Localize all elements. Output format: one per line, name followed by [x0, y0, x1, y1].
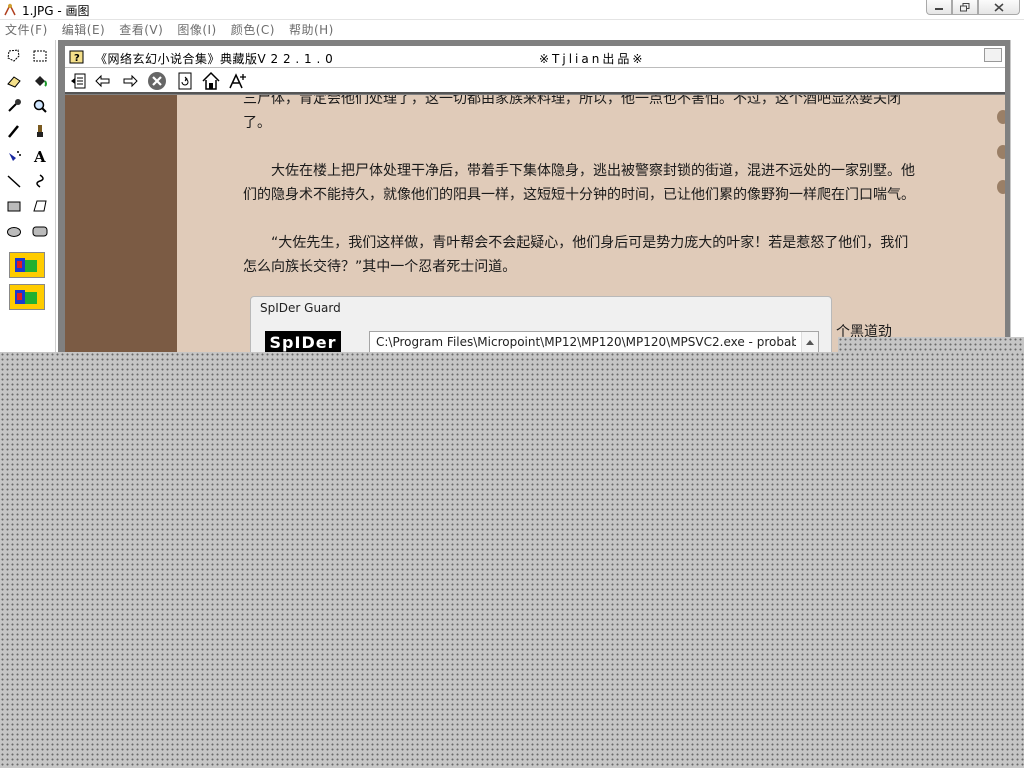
line-tool[interactable]	[4, 171, 24, 191]
ellipse-tool[interactable]	[4, 221, 24, 241]
toolbox: A	[0, 40, 56, 352]
corrupted-region	[0, 352, 1024, 768]
eraser-tool[interactable]	[4, 71, 24, 91]
dialog-message-field[interactable]: C:\Program Files\Micropoint\MP12\MP120\M…	[369, 331, 819, 353]
reader-contents-button[interactable]	[68, 71, 88, 91]
menu-edit[interactable]: 编辑(E)	[62, 21, 105, 38]
reader-paragraph: “大佐先生，我们这样做，青叶帮会不会起疑心，他们身后可是势力庞大的叶家！若是惹怒…	[243, 235, 909, 275]
reader-refresh-button[interactable]	[175, 71, 195, 91]
spider-guard-dialog: SpIDer Guard SpIDer C:\Program Files\Mic…	[250, 296, 832, 354]
rect-select-icon	[33, 50, 47, 62]
brush-icon	[37, 125, 43, 137]
scroll-up-arrow-icon	[806, 340, 814, 345]
rounded-rect-icon	[32, 226, 48, 237]
paint-app-icon	[4, 3, 16, 16]
airbrush-tool[interactable]	[4, 146, 24, 166]
font-size-icon	[229, 73, 246, 89]
reader-left-margin	[65, 95, 177, 352]
pencil-tool[interactable]	[4, 121, 24, 141]
close-icon	[994, 2, 1004, 12]
contents-back-icon	[71, 73, 86, 89]
palette-swatch-icon	[15, 290, 37, 304]
menu-image[interactable]: 图像(I)	[177, 21, 216, 38]
reader-home-button[interactable]	[201, 71, 221, 91]
window-title: 1.JPG - 画图	[22, 4, 90, 18]
restore-button[interactable]	[952, 0, 978, 15]
arrow-left-icon	[95, 74, 110, 88]
svg-text:?: ?	[74, 53, 80, 64]
rounded-rect-tool[interactable]	[30, 221, 50, 241]
stop-icon	[148, 72, 166, 90]
color-swatch-secondary[interactable]	[9, 284, 45, 310]
color-swatch-primary[interactable]	[9, 252, 45, 278]
restore-icon	[960, 2, 970, 11]
line-icon	[7, 175, 21, 188]
eraser-icon	[7, 76, 21, 88]
fill-tool[interactable]	[30, 71, 50, 91]
svg-text:A: A	[33, 148, 46, 164]
dialog-message: C:\Program Files\Micropoint\MP12\MP120\M…	[376, 335, 796, 349]
reader-paragraph: 三尸体，肯定会他们处理了，这一切都由家族来料理，所以，他一点也不害怕。不过，这个…	[243, 95, 901, 131]
magnifier-tool[interactable]	[30, 96, 50, 116]
menu-colors[interactable]: 颜色(C)	[231, 21, 275, 38]
pencil-icon	[8, 125, 19, 138]
home-icon	[202, 71, 220, 90]
text-tool[interactable]: A	[30, 146, 50, 166]
reader-credit: ※Tjlian出品※	[539, 52, 646, 66]
rectangle-tool[interactable]	[4, 196, 24, 216]
menu-help[interactable]: 帮助(H)	[289, 21, 334, 38]
rect-select-tool[interactable]	[30, 46, 50, 66]
reader-stop-button[interactable]	[147, 71, 167, 91]
minimize-button[interactable]	[926, 0, 952, 15]
arrow-right-icon	[123, 74, 138, 88]
brush-tool[interactable]	[30, 121, 50, 141]
close-button[interactable]	[978, 0, 1020, 15]
reader-toolbar	[65, 68, 1005, 94]
help-book-icon: ?	[69, 50, 84, 64]
text-icon: A	[33, 148, 46, 164]
curve-icon	[36, 174, 44, 188]
airbrush-icon	[9, 151, 21, 161]
magnifier-icon	[33, 99, 47, 113]
polygon-tool[interactable]	[30, 196, 50, 216]
spider-logo: SpIDer	[265, 331, 341, 353]
menu-view[interactable]: 查看(V)	[119, 21, 163, 38]
free-select-icon	[7, 49, 20, 62]
binder-ring	[997, 180, 1005, 194]
title-bar: 1.JPG - 画图	[0, 0, 1024, 20]
reader-forward-button[interactable]	[120, 71, 140, 91]
rectangle-icon	[7, 201, 21, 212]
binder-ring	[997, 145, 1005, 159]
reader-title: 《网络玄幻小说合集》典藏版V 2 2 . 1 . 0	[95, 52, 334, 66]
canvas-right-strip	[1010, 40, 1024, 340]
reader-minimize-button[interactable]	[984, 48, 1002, 62]
palette-swatch-icon	[15, 258, 37, 272]
polygon-icon	[33, 200, 47, 212]
binder-ring	[997, 110, 1005, 124]
color-picker-icon	[8, 99, 21, 112]
reader-paragraph: 大佐在楼上把尸体处理干净后，带着手下集体隐身，逃出被警察封锁的街道，混进不远处的…	[243, 163, 915, 203]
window-controls	[926, 0, 1020, 15]
reader-title-bar: ? 《网络玄幻小说合集》典藏版V 2 2 . 1 . 0 ※Tjlian出品※	[65, 46, 1005, 68]
dialog-title: SpIDer Guard	[260, 301, 341, 315]
reader-text-block: 三尸体，肯定会他们处理了，这一切都由家族来料理，所以，他一点也不害怕。不过，这个…	[243, 95, 915, 303]
minimize-icon	[935, 8, 943, 10]
reader-font-button[interactable]	[228, 71, 248, 91]
curve-tool[interactable]	[30, 171, 50, 191]
menu-bar: 文件(F) 编辑(E) 查看(V) 图像(I) 颜色(C) 帮助(H)	[0, 20, 1024, 39]
fill-icon	[35, 76, 47, 87]
reader-back-button[interactable]	[93, 71, 113, 91]
ellipse-icon	[7, 227, 21, 237]
color-picker-tool[interactable]	[4, 96, 24, 116]
menu-file[interactable]: 文件(F)	[5, 21, 48, 38]
free-select-tool[interactable]	[4, 46, 24, 66]
refresh-icon	[178, 72, 192, 90]
corrupted-region	[838, 337, 1024, 352]
dialog-scroll-up-button[interactable]	[801, 332, 818, 352]
